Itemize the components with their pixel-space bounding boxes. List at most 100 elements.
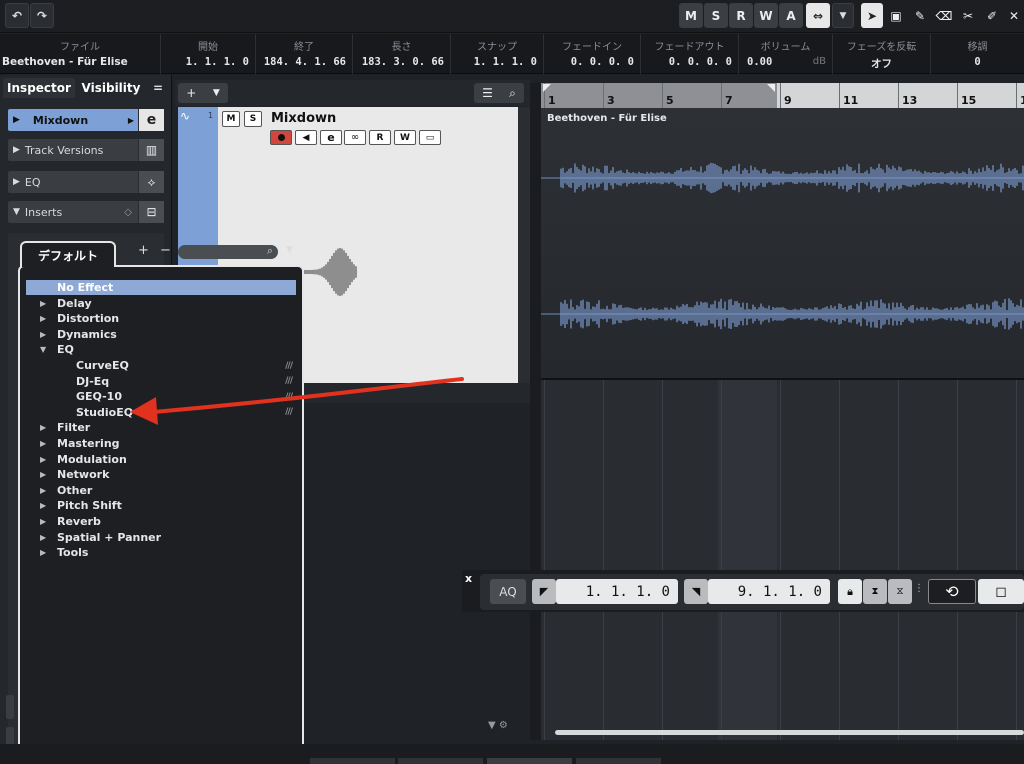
info-column[interactable]: ファイル Beethoven - Für Elise — [0, 34, 160, 74]
close-transport-button[interactable]: x — [465, 572, 472, 585]
info-value[interactable]: 0 — [931, 56, 1024, 68]
stop-button[interactable]: ◻ — [978, 579, 1024, 604]
info-value[interactable]: 0. 0. 0. 0 — [544, 56, 634, 68]
plugin-folder[interactable]: ▶ Reverb — [26, 514, 296, 529]
mode-button-m[interactable]: M — [679, 3, 703, 28]
plugin-folder[interactable]: ▶ Delay — [26, 296, 296, 311]
mute-tool-button[interactable]: ✕ — [1004, 3, 1024, 28]
add-track-button[interactable]: + ▼ — [178, 83, 228, 103]
plugin-folder[interactable]: ▶ Pitch Shift — [26, 498, 296, 513]
lock-button[interactable]: 🔒︎ — [838, 579, 862, 604]
scissors-tool-button[interactable]: ✂ — [957, 3, 979, 28]
info-column[interactable]: スナップ 1. 1. 1. 0 — [450, 34, 543, 74]
plugin-folder[interactable]: ▶ Modulation — [26, 452, 296, 467]
track-name[interactable]: Mixdown — [271, 111, 336, 126]
bottom-tab[interactable] — [398, 758, 483, 764]
info-column[interactable]: ボリューム 0.00 dB — [738, 34, 832, 74]
punch-out-button[interactable]: ⧖ — [888, 579, 912, 604]
inserts-bypass-button[interactable]: ⊟ — [138, 201, 164, 223]
plugin-folder[interactable]: ▼ EQ — [26, 342, 296, 357]
bottom-tab[interactable] — [310, 758, 395, 764]
solo-button[interactable]: S — [244, 111, 262, 127]
tab-visibility[interactable]: Visibility — [79, 78, 143, 98]
add-collection-button[interactable]: + — [138, 243, 149, 258]
go-to-left-locator-button[interactable]: ◤ — [532, 579, 556, 604]
timeline-ruler[interactable]: 1357911131517 — [541, 83, 1024, 108]
info-value[interactable]: オフ — [833, 56, 930, 71]
plugin-folder[interactable]: ▶ Other — [26, 483, 296, 498]
plugin-folder[interactable]: ▶ Dynamics — [26, 327, 296, 342]
edit-channel-settings-button[interactable]: e — [320, 130, 342, 145]
eq-bypass-button[interactable]: ⟡ — [138, 171, 164, 193]
inspector-section-mixdown[interactable]: ▶ Mixdown ▶ e — [8, 109, 164, 131]
left-locator-field[interactable]: 1. 1. 1. 0 — [556, 579, 678, 604]
chevron-down-icon[interactable]: ▼ — [286, 245, 293, 255]
go-to-right-locator-button[interactable]: ◥ — [684, 579, 708, 604]
scroll-handle[interactable] — [6, 695, 14, 719]
zoom-controls[interactable]: ▼ ⚙ — [488, 720, 508, 731]
lanes-button[interactable]: ∞ — [344, 130, 366, 145]
info-column[interactable]: 長さ 183. 3. 0. 66 — [352, 34, 450, 74]
mode-button-a[interactable]: A — [779, 3, 803, 28]
plugin-folder[interactable]: ▶ Spatial + Panner — [26, 530, 296, 545]
right-locator-marker[interactable] — [767, 84, 775, 92]
info-column[interactable]: フェードイン 0. 0. 0. 0 — [543, 34, 640, 74]
plugin-item-selected[interactable]: No Effect — [26, 280, 296, 295]
mute-button[interactable]: M — [222, 111, 240, 127]
more-options-icon[interactable]: ⋮ — [914, 583, 924, 594]
info-value[interactable]: 183. 3. 0. 66 — [353, 56, 444, 68]
track-versions-button[interactable]: ▥ — [138, 139, 164, 161]
remove-collection-button[interactable]: − — [160, 243, 171, 258]
info-column[interactable]: フェーズを反転 オフ — [832, 34, 930, 74]
inspector-section-track-versions[interactable]: ▶ Track Versions ▥ — [8, 139, 164, 161]
plugin-search-input[interactable]: ⌕ — [178, 244, 278, 259]
tab-inspector[interactable]: Inspector — [3, 78, 75, 98]
cycle-range[interactable] — [541, 83, 777, 108]
info-value[interactable]: 0. 0. 0. 0 — [641, 56, 732, 68]
auto-quantize-button[interactable]: AQ — [490, 579, 526, 604]
plugin-folder[interactable]: ▶ Tools — [26, 545, 296, 560]
pencil-tool-button[interactable]: ✎ — [909, 3, 931, 28]
write-automation-button[interactable]: W — [394, 130, 416, 145]
info-value[interactable]: 1. 1. 1. 0 — [451, 56, 537, 68]
plugin-folder[interactable]: ▶ Network — [26, 467, 296, 482]
info-column[interactable]: 終了 184. 4. 1. 66 — [255, 34, 352, 74]
monitor-button[interactable]: ◀ — [295, 130, 317, 145]
punch-in-button[interactable]: ⧗ — [863, 579, 887, 604]
preset-icon[interactable]: ◇ — [124, 207, 132, 218]
automation-mode-button[interactable]: ⇔ — [806, 3, 830, 28]
mode-button-s[interactable]: S — [704, 3, 728, 28]
read-automation-button[interactable]: R — [369, 130, 391, 145]
info-value[interactable]: 1. 1. 1. 0 — [161, 56, 249, 68]
edit-channel-button[interactable]: e — [138, 109, 164, 131]
pointer-tool-button[interactable]: ➤ — [861, 3, 883, 28]
info-column[interactable]: 開始 1. 1. 1. 0 — [160, 34, 255, 74]
bottom-tab[interactable] — [576, 758, 661, 764]
cycle-button[interactable]: ⟲ — [928, 579, 976, 604]
info-value[interactable]: Beethoven - Für Elise — [2, 56, 154, 68]
track-list-scrollbar[interactable] — [518, 107, 530, 403]
track-search-button[interactable]: ☰ ⌕ — [474, 83, 524, 103]
range-tool-button[interactable]: ▣ — [885, 3, 907, 28]
info-value[interactable]: 184. 4. 1. 66 — [256, 56, 346, 68]
inspector-section-eq[interactable]: ▶ EQ ⟡ — [8, 171, 164, 193]
info-column[interactable]: フェードアウト 0. 0. 0. 0 — [640, 34, 738, 74]
info-column[interactable]: 移調 0 — [930, 34, 1024, 74]
glue-tool-button[interactable]: ✐ — [981, 3, 1003, 28]
mode-button-w[interactable]: W — [754, 3, 778, 28]
mode-button-r[interactable]: R — [729, 3, 753, 28]
left-locator-marker[interactable] — [543, 84, 551, 92]
record-enable-button[interactable] — [270, 130, 292, 145]
horizontal-scrollbar[interactable] — [555, 730, 1024, 735]
eraser-tool-button[interactable]: ⌫ — [933, 3, 955, 28]
tab-default[interactable]: デフォルト — [20, 241, 116, 267]
plugin-folder[interactable]: ▶ Distortion — [26, 311, 296, 326]
right-locator-field[interactable]: 9. 1. 1. 0 — [708, 579, 830, 604]
menu-icon[interactable]: = — [149, 78, 167, 98]
inspector-section-inserts[interactable]: ▼ Inserts ◇ ⊟ — [8, 201, 164, 223]
redo-button[interactable]: ↷ — [30, 3, 54, 28]
automation-dropdown[interactable]: ▼ — [832, 3, 854, 28]
bottom-tab[interactable] — [487, 758, 572, 764]
plugin-folder[interactable]: ▶ Mastering — [26, 436, 296, 451]
undo-button[interactable]: ↶ — [5, 3, 29, 28]
